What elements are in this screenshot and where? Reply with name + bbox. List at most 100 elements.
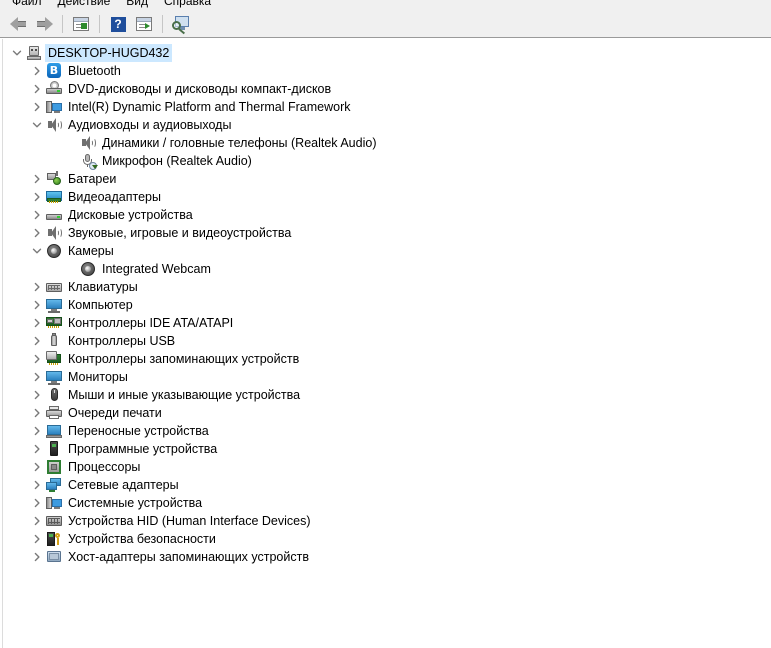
chevron-right-icon[interactable] (29, 99, 45, 115)
toolbar-separator (99, 15, 100, 33)
tree-item-icon (45, 423, 63, 439)
tree-item-icon (45, 225, 63, 241)
device-tree-panel[interactable]: DESKTOP-HUGD432 B Bluetooth DVD-дисководы и… (2, 39, 771, 648)
tree-item-label: Переносные устройства (68, 424, 209, 438)
tree-item-label: Программные устройства (68, 442, 218, 456)
tree-item-disk-drives[interactable]: Дисковые устройства (3, 206, 771, 224)
chevron-right-icon[interactable] (29, 477, 45, 493)
tree-item-label: Клавиатуры (68, 280, 138, 294)
tree-item-software-devices[interactable]: Программные устройства (3, 440, 771, 458)
hid-device-icon (46, 513, 62, 529)
tree-item-root[interactable]: DESKTOP-HUGD432 (3, 44, 771, 62)
tree-item-ide-ata-atapi-controllers[interactable]: Контроллеры IDE ATA/ATAPI (3, 314, 771, 332)
tree-item-security-devices[interactable]: Устройства безопасности (3, 530, 771, 548)
chevron-right-icon[interactable] (29, 297, 45, 313)
tree-item-network-adapters[interactable]: Сетевые адаптеры (3, 476, 771, 494)
tree-item-label: Звуковые, игровые и видеоустройства (68, 226, 292, 240)
device-tree: DESKTOP-HUGD432 B Bluetooth DVD-дисководы и… (3, 39, 771, 566)
tree-item-icon (45, 297, 63, 313)
tree-item-label: Сетевые адаптеры (68, 478, 179, 492)
usb-icon (46, 333, 62, 349)
tree-item-computer[interactable]: Компьютер (3, 296, 771, 314)
chevron-right-icon[interactable] (29, 171, 45, 187)
tree-item-hid-devices[interactable]: Устройства HID (Human Interface Devices) (3, 512, 771, 530)
tree-item-cameras[interactable]: Камеры (3, 242, 771, 260)
speaker-icon (46, 225, 62, 241)
tree-item-label: Intel(R) Dynamic Platform and Thermal Fr… (68, 100, 351, 114)
device-manager-window: Файл Действие Вид Справка ? DESKTOP-HUGD… (0, 0, 771, 648)
tree-item-mice-pointing-devices[interactable]: Мыши и иные указывающие устройства (3, 386, 771, 404)
back-button[interactable] (6, 13, 30, 36)
menu-file[interactable]: Файл (4, 0, 50, 10)
tree-item-label: Устройства безопасности (68, 532, 216, 546)
tree-item-label: Хост-адаптеры запоминающих устройств (68, 550, 309, 564)
chevron-right-icon[interactable] (29, 423, 45, 439)
help-button[interactable]: ? (106, 13, 130, 36)
chevron-right-icon[interactable] (29, 459, 45, 475)
chevron-right-icon[interactable] (29, 279, 45, 295)
tree-item-storage-host-adapters[interactable]: Хост-адаптеры запоминающих устройств (3, 548, 771, 566)
toolbar: ? (0, 11, 771, 38)
chevron-down-icon[interactable] (29, 243, 45, 259)
forward-button[interactable] (32, 13, 56, 36)
forward-arrow-icon (36, 17, 53, 31)
tree-item-icon (45, 459, 63, 475)
tree-item-print-queues[interactable]: Очереди печати (3, 404, 771, 422)
speaker-icon (80, 135, 96, 151)
tree-item-icon (45, 531, 63, 547)
chevron-right-icon[interactable] (29, 207, 45, 223)
menu-help[interactable]: Справка (156, 0, 219, 10)
chevron-right-icon[interactable] (29, 333, 45, 349)
chevron-right-icon[interactable] (29, 441, 45, 457)
tree-item-processors[interactable]: Процессоры (3, 458, 771, 476)
tree-item-keyboards[interactable]: Клавиатуры (3, 278, 771, 296)
tree-item-icon (79, 135, 97, 151)
menu-view[interactable]: Вид (118, 0, 156, 10)
tree-item-icon (45, 441, 63, 457)
tree-item-label: Видеоадаптеры (68, 190, 161, 204)
chevron-right-icon[interactable] (29, 531, 45, 547)
tree-item-monitors[interactable]: Мониторы (3, 368, 771, 386)
chevron-right-icon[interactable] (29, 495, 45, 511)
battery-icon (46, 171, 62, 187)
tree-item-bluetooth[interactable]: B Bluetooth (3, 62, 771, 80)
tree-item-dvd-drives[interactable]: DVD-дисководы и дисководы компакт-дисков (3, 80, 771, 98)
chevron-right-icon[interactable] (29, 549, 45, 565)
tree-item-label: DVD-дисководы и дисководы компакт-дисков (68, 82, 332, 96)
chevron-right-icon[interactable] (29, 405, 45, 421)
tree-item-batteries[interactable]: Батареи (3, 170, 771, 188)
tree-item-icon (45, 477, 63, 493)
chevron-right-icon[interactable] (29, 81, 45, 97)
chevron-right-icon[interactable] (29, 189, 45, 205)
chevron-right-icon[interactable] (29, 315, 45, 331)
tree-item-usb-controllers[interactable]: Контроллеры USB (3, 332, 771, 350)
tree-item-system-devices[interactable]: Системные устройства (3, 494, 771, 512)
chevron-right-icon[interactable] (29, 225, 45, 241)
speaker-icon (46, 117, 62, 133)
tree-item-speakers-realtek[interactable]: Динамики / головные телефоны (Realtek Au… (3, 134, 771, 152)
chevron-right-icon[interactable] (29, 63, 45, 79)
properties-button[interactable] (69, 13, 93, 36)
tree-item-portable-devices[interactable]: Переносные устройства (3, 422, 771, 440)
chevron-right-icon[interactable] (29, 513, 45, 529)
tree-item-integrated-webcam[interactable]: Integrated Webcam (3, 260, 771, 278)
security-device-icon (46, 531, 62, 547)
chevron-right-icon[interactable] (29, 351, 45, 367)
tree-item-intel-dptf[interactable]: Intel(R) Dynamic Platform and Thermal Fr… (3, 98, 771, 116)
tree-item-audio-inputs-outputs[interactable]: Аудиовходы и аудиовыходы (3, 116, 771, 134)
tree-item-label: Bluetooth (68, 64, 121, 78)
chevron-right-icon[interactable] (29, 369, 45, 385)
tree-item-display-adapters[interactable]: Видеоадаптеры (3, 188, 771, 206)
tree-item-sound-video-game-controllers[interactable]: Звуковые, игровые и видеоустройства (3, 224, 771, 242)
tree-item-microphone-realtek[interactable]: Микрофон (Realtek Audio) (3, 152, 771, 170)
chevron-down-icon[interactable] (9, 45, 25, 61)
chevron-right-icon[interactable] (29, 387, 45, 403)
update-driver-button[interactable] (132, 13, 156, 36)
menu-action[interactable]: Действие (50, 0, 119, 10)
chevron-down-icon[interactable] (29, 117, 45, 133)
scan-hardware-button[interactable] (169, 13, 193, 36)
storage-controller-icon (46, 351, 62, 367)
tree-item-storage-controllers[interactable]: Контроллеры запоминающих устройств (3, 350, 771, 368)
keyboard-icon (46, 279, 62, 295)
